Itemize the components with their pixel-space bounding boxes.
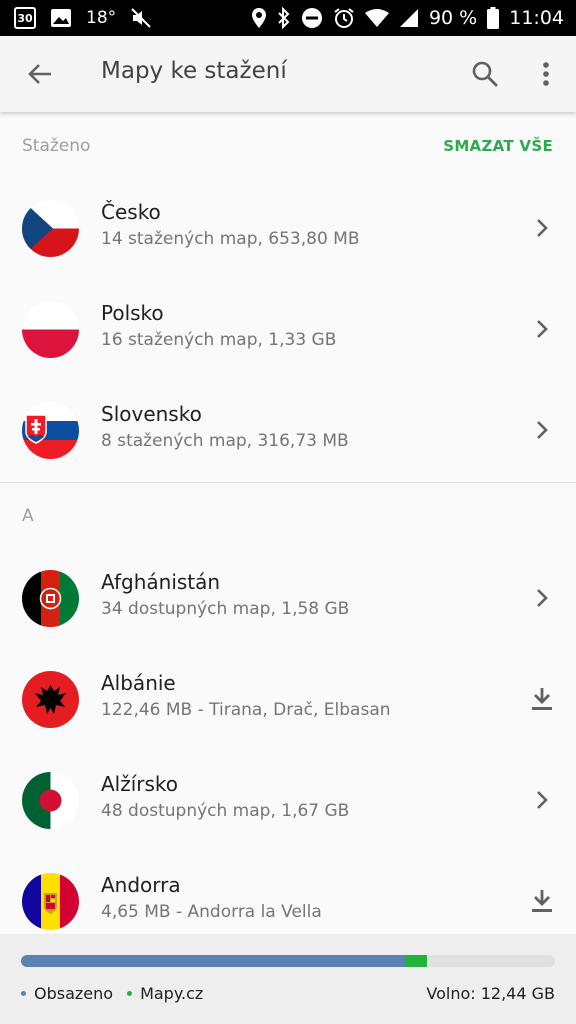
item-title: Alžírsko: [101, 772, 179, 796]
page-title: Mapy ke stažení: [101, 58, 287, 84]
flag-pl-icon: [22, 301, 79, 358]
app-toolbar: Mapy ke stažení: [0, 36, 576, 112]
storage-legend: Obsazeno Mapy.cz: [21, 984, 217, 1003]
item-title: Afghánistán: [101, 570, 221, 594]
item-title: Česko: [101, 200, 161, 224]
chevron-right-icon[interactable]: [528, 415, 556, 445]
item-subtitle: 16 stažených map, 1,33 GB: [101, 330, 337, 350]
flag-dz-icon: [22, 772, 79, 829]
wifi-icon: [364, 8, 389, 28]
storage-bar-used: [21, 955, 406, 967]
flag-af-icon: [22, 570, 79, 627]
storage-panel: Obsazeno Mapy.cz Volno: 12,44 GB: [0, 934, 576, 1024]
flag-sk-icon: [22, 402, 79, 459]
list-item-albanie[interactable]: Albánie 122,46 MB - Tirana, Drač, Elbasa…: [0, 649, 576, 750]
flag-cz-icon: [22, 200, 79, 257]
map-list[interactable]: Staženo SMAZAT VŠE Česko 14 stažených ma…: [0, 112, 576, 934]
more-vert-icon[interactable]: [530, 58, 562, 90]
back-arrow-icon[interactable]: [24, 58, 56, 90]
status-bar: 30 18° 90 % 11:04: [0, 0, 576, 36]
list-item-cesko[interactable]: Česko 14 stažených map, 653,80 MB: [0, 178, 576, 279]
dnd-icon: [301, 7, 323, 29]
item-title: Polsko: [101, 301, 164, 325]
signal-icon: [399, 8, 419, 28]
legend-app: Mapy.cz: [127, 984, 203, 1003]
mute-icon: [130, 7, 152, 29]
flag-ad-icon: [22, 873, 79, 930]
item-title: Albánie: [101, 671, 176, 695]
bluetooth-icon: [277, 7, 291, 29]
legend-used-dot: [21, 991, 26, 996]
alarm-icon: [333, 7, 355, 29]
temperature: 18°: [86, 8, 117, 28]
download-icon[interactable]: [528, 886, 556, 916]
location-icon: [251, 7, 267, 29]
delete-all-button[interactable]: SMAZAT VŠE: [443, 137, 553, 155]
flag-al-icon: [22, 671, 79, 728]
list-item-andorra[interactable]: Andorra 4,65 MB - Andorra la Vella: [0, 851, 576, 934]
item-title: Andorra: [101, 873, 181, 897]
chevron-right-icon[interactable]: [528, 314, 556, 344]
search-icon[interactable]: [469, 58, 501, 90]
item-subtitle: 8 stažených map, 316,73 MB: [101, 431, 349, 451]
item-subtitle: 34 dostupných map, 1,58 GB: [101, 599, 350, 619]
legend-app-dot: [127, 991, 133, 996]
battery-level: 90 %: [428, 7, 478, 29]
battery-icon: [487, 7, 500, 29]
section-header-downloaded: Staženo: [22, 136, 91, 156]
list-item-alzirsko[interactable]: Alžírsko 48 dostupných map, 1,67 GB: [0, 750, 576, 851]
item-subtitle: 4,65 MB - Andorra la Vella: [101, 902, 322, 922]
item-subtitle: 122,46 MB - Tirana, Drač, Elbasan: [101, 700, 391, 720]
calendar-icon: 30: [14, 7, 36, 29]
item-subtitle: 48 dostupných map, 1,67 GB: [101, 801, 350, 821]
legend-app-label: Mapy.cz: [140, 984, 204, 1003]
chevron-right-icon[interactable]: [528, 583, 556, 613]
legend-used: Obsazeno: [21, 984, 113, 1003]
list-item-polsko[interactable]: Polsko 16 stažených map, 1,33 GB: [0, 279, 576, 380]
chevron-right-icon[interactable]: [528, 785, 556, 815]
list-item-slovensko[interactable]: Slovensko 8 stažených map, 316,73 MB: [0, 380, 576, 481]
section-header-a: A: [22, 506, 34, 526]
item-subtitle: 14 stažených map, 653,80 MB: [101, 229, 360, 249]
free-space: Volno: 12,44 GB: [426, 984, 555, 1003]
image-icon: [50, 8, 72, 28]
storage-bar: [21, 955, 555, 967]
legend-used-label: Obsazeno: [34, 984, 114, 1003]
chevron-right-icon[interactable]: [528, 213, 556, 243]
item-title: Slovensko: [101, 402, 202, 426]
clock: 11:04: [509, 7, 564, 29]
download-icon[interactable]: [528, 684, 556, 714]
section-divider: [0, 482, 576, 483]
storage-bar-app: [405, 955, 427, 967]
list-item-afghanistan[interactable]: Afghánistán 34 dostupných map, 1,58 GB: [0, 548, 576, 649]
